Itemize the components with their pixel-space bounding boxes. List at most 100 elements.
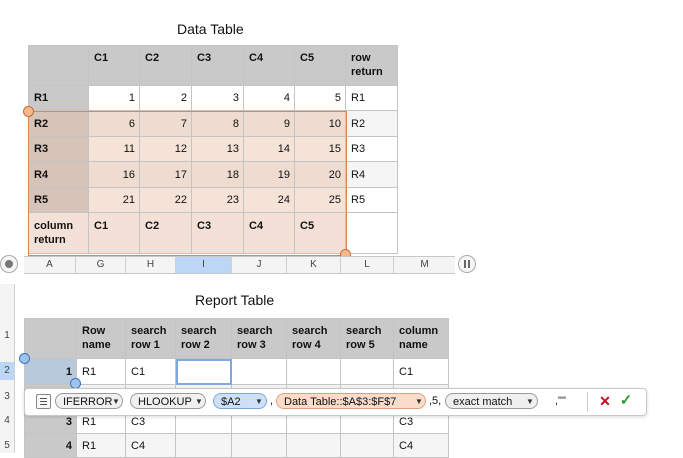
header-cell[interactable]: C1 (88, 45, 140, 86)
table-cell[interactable]: 16 (88, 161, 140, 188)
column-letter-h[interactable]: H (126, 257, 176, 273)
table-cell[interactable]: R1 (76, 433, 126, 458)
range-reference-token[interactable]: Data Table::$A$3:$F$7 ▼ (276, 393, 426, 409)
header-cell[interactable]: C5 (294, 45, 346, 86)
table-cell[interactable]: 1 (88, 85, 140, 111)
column-letter-g[interactable]: G (76, 257, 126, 273)
table-cell[interactable]: R3 (345, 136, 398, 162)
table-cell[interactable]: 14 (243, 136, 295, 162)
footer-cell[interactable]: C1 (88, 212, 140, 254)
table-cell[interactable] (340, 358, 394, 385)
table-cell[interactable]: 21 (88, 187, 140, 213)
table-cell[interactable]: 13 (191, 136, 244, 162)
header-cell[interactable]: Row name (76, 318, 126, 359)
formula-mode-button[interactable] (36, 394, 51, 409)
footer-cell[interactable]: C3 (191, 212, 244, 254)
table-cell[interactable]: 9 (243, 110, 295, 137)
header-cell[interactable]: search row 1 (125, 318, 176, 359)
table-cell[interactable] (286, 358, 341, 385)
table-cell[interactable]: 2 (139, 85, 192, 111)
header-cell[interactable]: C4 (243, 45, 295, 86)
header-cell[interactable]: search row 2 (175, 318, 232, 359)
footer-cell[interactable] (345, 212, 398, 254)
table-cell[interactable]: 10 (294, 110, 346, 137)
table-cell[interactable]: R5 (345, 187, 398, 213)
row-number[interactable]: 1 (0, 330, 14, 341)
table-cell[interactable]: 25 (294, 187, 346, 213)
table-cell[interactable] (340, 433, 394, 458)
row-number[interactable]: 4 (0, 415, 14, 426)
iferror-function-token[interactable]: IFERROR ▼ (55, 393, 123, 409)
active-edit-cell[interactable] (175, 358, 232, 385)
header-cell[interactable]: C3 (191, 45, 244, 86)
header-cell[interactable]: search row 5 (340, 318, 394, 359)
row-header-cell[interactable]: R5 (28, 187, 89, 213)
table-cell[interactable]: 7 (139, 110, 192, 137)
cell-reference-token[interactable]: $A2 ▼ (213, 393, 267, 409)
header-cell[interactable]: row return (345, 45, 398, 86)
close-icon[interactable]: ✕ (598, 392, 612, 410)
table-cell[interactable]: 22 (139, 187, 192, 213)
selection-start-handle[interactable] (23, 106, 34, 117)
column-letter-k[interactable]: K (287, 257, 341, 273)
table-cell[interactable]: 24 (243, 187, 295, 213)
row-number[interactable]: 3 (0, 391, 14, 402)
table-cell[interactable]: C1 (125, 358, 176, 385)
header-cell[interactable]: column name (393, 318, 449, 359)
table-cell[interactable]: R1 (345, 85, 398, 111)
table-cell[interactable] (175, 433, 232, 458)
checkmark-icon[interactable]: ✓ (619, 392, 633, 410)
hlookup-function-token[interactable]: HLOOKUP ▼ (130, 393, 206, 409)
match-type-token[interactable]: exact match ▼ (445, 393, 538, 409)
row-header-cell[interactable]: 4 (24, 433, 77, 458)
column-letter-m[interactable]: M (394, 257, 455, 273)
table-cell[interactable]: 15 (294, 136, 346, 162)
header-cell[interactable] (24, 318, 77, 359)
footer-cell[interactable]: C2 (139, 212, 192, 254)
table-cell[interactable]: 11 (88, 136, 140, 162)
row-number[interactable]: 5 (0, 440, 14, 451)
header-cell[interactable] (28, 45, 89, 86)
table-cell[interactable]: 8 (191, 110, 244, 137)
table-cell[interactable]: 6 (88, 110, 140, 137)
row-number[interactable]: 2 (0, 362, 14, 380)
table-cell[interactable]: 17 (139, 161, 192, 188)
table-cell[interactable]: C4 (393, 433, 449, 458)
table-cell[interactable]: C1 (393, 358, 449, 385)
row-header-cell[interactable]: R2 (28, 110, 89, 137)
row-selection-start-handle[interactable] (19, 353, 30, 364)
row-header-cell[interactable]: R3 (28, 136, 89, 162)
table-cell[interactable]: R4 (345, 161, 398, 188)
column-letter-l[interactable]: L (341, 257, 394, 273)
row-header-cell[interactable]: R1 (28, 85, 89, 111)
row-header-cell[interactable]: R4 (28, 161, 89, 188)
data-table-header-row: C1 C2 C3 C4 C5 row return (28, 45, 398, 86)
table-cell[interactable] (286, 433, 341, 458)
table-cell[interactable] (231, 358, 287, 385)
table-cell[interactable]: 19 (243, 161, 295, 188)
table-cell[interactable]: C4 (125, 433, 176, 458)
footer-cell[interactable]: column return (28, 212, 89, 254)
table-cell[interactable]: 5 (294, 85, 346, 111)
table-cell[interactable]: 4 (243, 85, 295, 111)
header-cell[interactable]: search row 3 (231, 318, 287, 359)
table-cell[interactable]: R1 (76, 358, 126, 385)
footer-cell[interactable]: C4 (243, 212, 295, 254)
table-cell[interactable]: R2 (345, 110, 398, 137)
table-select-button[interactable] (0, 255, 18, 273)
column-letter-a[interactable]: A (24, 257, 76, 273)
table-cell[interactable]: 20 (294, 161, 346, 188)
table-cell[interactable]: 23 (191, 187, 244, 213)
table-cell[interactable]: 18 (191, 161, 244, 188)
row-header-cell[interactable]: 1 (24, 358, 77, 385)
column-letter-i[interactable]: I (176, 257, 232, 273)
header-cell[interactable]: C2 (139, 45, 192, 86)
pause-resize-button[interactable] (458, 255, 476, 273)
footer-cell[interactable]: C5 (294, 212, 346, 254)
table-cell[interactable] (231, 433, 287, 458)
table-cell[interactable]: 12 (139, 136, 192, 162)
formula-editor-bar[interactable]: IFERROR ▼ HLOOKUP ▼ $A2 ▼ , Data Table::… (24, 388, 647, 416)
header-cell[interactable]: search row 4 (286, 318, 341, 359)
column-letter-j[interactable]: J (232, 257, 287, 273)
table-cell[interactable]: 3 (191, 85, 244, 111)
